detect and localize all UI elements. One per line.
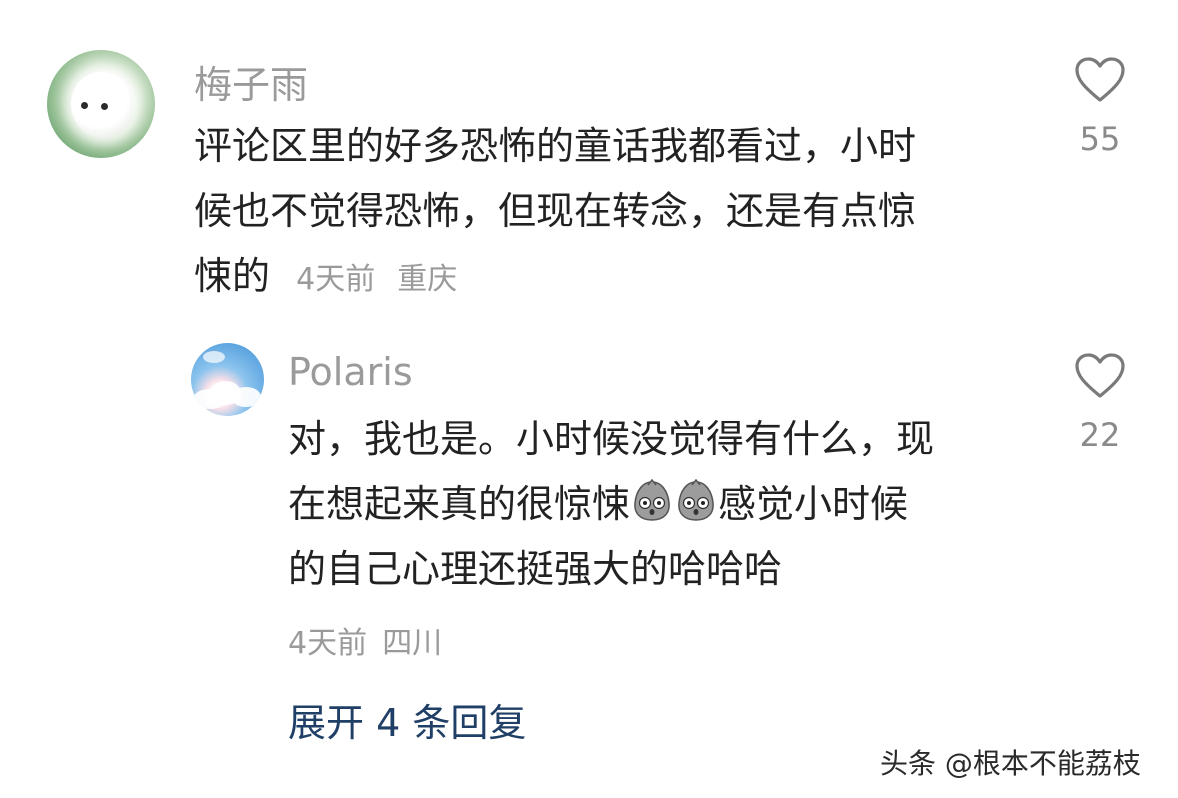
reply-location: 四川 [382, 626, 443, 661]
reply-time: 4天前 [288, 626, 368, 661]
reply-line-text: 感觉小时候 [718, 482, 909, 526]
expand-replies-link[interactable]: 展开 4 条回复 [288, 692, 526, 747]
reply-line: 在想起来真的很惊悚 感觉小时候 [288, 472, 934, 537]
reply-meta: 4天前 四川 [288, 618, 442, 662]
heart-outline-icon [1075, 57, 1125, 102]
reply-text: 对，我也是。小时候没觉得有什么，现 在想起来真的很惊悚 感觉小时候 的自己心理还挺… [288, 407, 934, 602]
scared-face-emoji-icon [674, 478, 718, 522]
comment-username[interactable]: 梅子雨 [194, 54, 308, 109]
avatar-dog-image [71, 72, 133, 138]
reply-line: 的自己心理还挺强大的哈哈哈 [288, 547, 783, 591]
comment-line-last: 悚的 4天前 重庆 [194, 244, 916, 312]
comment-like-count: 55 [1079, 120, 1121, 158]
reply-line: 对，我也是。小时候没觉得有什么，现 [288, 417, 935, 461]
avatar[interactable] [47, 50, 155, 158]
reply-username[interactable]: Polaris [288, 350, 413, 394]
reply-like-count: 22 [1079, 416, 1121, 454]
comment-line-text: 悚的 [194, 254, 271, 298]
reply-line-text: 在想起来真的很惊悚 [288, 482, 631, 526]
comment-line: 候也不觉得恐怖，但现在转念，还是有点惊 [194, 189, 917, 233]
watermark: 头条 @根本不能荔枝 [880, 747, 1141, 780]
reply-like-button[interactable] [1074, 352, 1126, 400]
comment-time: 4天前 [296, 262, 376, 297]
comment-line: 评论区里的好多恐怖的童话我都看过，小时 [194, 124, 917, 168]
scared-face-emoji-icon [630, 478, 674, 522]
comment-like-button[interactable] [1074, 56, 1126, 104]
comment-text: 评论区里的好多恐怖的童话我都看过，小时 候也不觉得恐怖，但现在转念，还是有点惊 … [194, 114, 916, 312]
reply-avatar[interactable] [191, 343, 264, 416]
comment-location: 重庆 [397, 262, 458, 297]
heart-outline-icon [1075, 353, 1125, 398]
